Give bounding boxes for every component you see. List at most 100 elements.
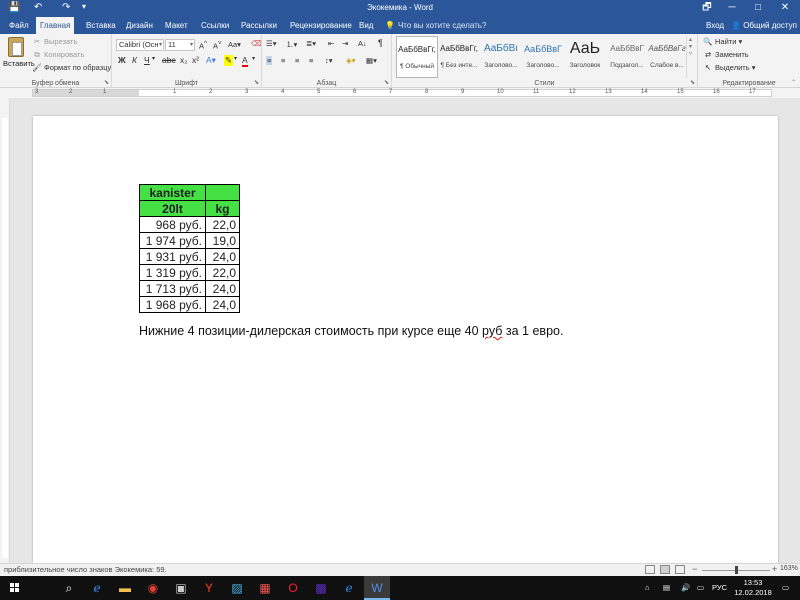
zoom-in-button[interactable]: + — [772, 564, 777, 574]
price-cell[interactable]: 1 713 руб. — [139, 280, 206, 297]
strikethrough-button[interactable]: abc — [162, 55, 176, 65]
show-formatting-marks-icon[interactable]: ¶ — [378, 38, 383, 48]
styles-launcher-icon[interactable]: ⬊ — [690, 79, 695, 86]
share-button[interactable]: 👤 Общий доступ — [731, 17, 797, 34]
kg-cell[interactable]: 24,0 — [205, 248, 240, 265]
grow-font-button[interactable]: A^ — [199, 40, 207, 51]
table-header-cell[interactable]: 20lt — [139, 200, 206, 217]
font-color-dropdown-icon[interactable]: ▾ — [252, 55, 255, 62]
tab-design[interactable]: Дизайн — [122, 17, 157, 34]
battery-icon[interactable]: ▭ — [697, 576, 704, 600]
tab-file[interactable]: Файл — [5, 17, 33, 34]
shrink-font-button[interactable]: A˅ — [213, 40, 222, 51]
print-layout-icon[interactable] — [660, 565, 670, 574]
notifications-icon[interactable]: ▭ — [782, 576, 789, 600]
kg-cell[interactable]: 22,0 — [205, 216, 240, 233]
volume-icon[interactable]: 🔊 — [681, 576, 690, 600]
superscript-button[interactable]: x² — [192, 55, 199, 65]
shading-icon[interactable]: ◈▾ — [346, 56, 356, 65]
horizontal-ruler[interactable]: 3 2 1 1 2 3 4 5 6 7 8 9 10 11 12 13 14 1… — [0, 88, 800, 98]
photos-icon[interactable]: ▨ — [224, 576, 250, 600]
web-layout-icon[interactable] — [675, 565, 685, 574]
find-button[interactable]: 🔍 Найти ▾ — [703, 37, 742, 46]
font-launcher-icon[interactable]: ⬊ — [254, 79, 259, 86]
ribbon-display-options-icon[interactable]: 🗗 — [697, 1, 717, 15]
select-button[interactable]: ↖ Выделить ▾ — [703, 63, 756, 72]
underline-dropdown-icon[interactable]: ▾ — [152, 55, 155, 62]
numbering-icon[interactable]: ⒈▾ — [286, 39, 297, 50]
maximize-button[interactable]: □ — [748, 1, 768, 15]
chrome-icon[interactable]: ◉ — [140, 576, 166, 600]
increase-indent-icon[interactable]: ⇥ — [342, 39, 348, 48]
price-cell[interactable]: 968 руб. — [139, 216, 206, 233]
zoom-out-button[interactable]: − — [692, 564, 697, 574]
app-icon[interactable]: ▦ — [252, 576, 278, 600]
highlight-icon[interactable]: ✎ — [224, 55, 234, 66]
app-icon[interactable]: ℯ — [336, 576, 362, 600]
kg-cell[interactable]: 19,0 — [205, 232, 240, 249]
paragraph-launcher-icon[interactable]: ⬊ — [384, 79, 389, 86]
read-mode-icon[interactable] — [645, 565, 655, 574]
font-name-combo[interactable]: Calibri (Осн ▾ — [116, 39, 164, 51]
zoom-slider-thumb[interactable] — [735, 566, 738, 574]
spelling-error-word[interactable]: руб — [482, 324, 502, 338]
align-left-icon[interactable]: ≡ — [266, 56, 273, 65]
change-case-button[interactable]: Aa▾ — [228, 40, 241, 49]
kg-cell[interactable]: 24,0 — [205, 280, 240, 297]
file-explorer-icon[interactable]: ▬ — [112, 576, 138, 600]
underline-button[interactable]: Ч — [144, 55, 150, 65]
sort-icon[interactable]: A↓ — [358, 39, 367, 48]
edge-icon[interactable]: ℯ — [84, 576, 110, 600]
format-painter-button[interactable]: 🖌 Формат по образцу — [32, 63, 111, 72]
table-header-cell[interactable]: kg — [205, 200, 240, 217]
document-area[interactable]: kanister 20lt kg 968 руб. 22,0 1 974 руб… — [10, 98, 800, 563]
start-button[interactable] — [0, 576, 30, 600]
italic-button[interactable]: К — [132, 55, 137, 65]
subscript-button[interactable]: x₂ — [180, 55, 188, 65]
app-icon[interactable]: ▩ — [308, 576, 334, 600]
vertical-ruler[interactable] — [0, 98, 10, 563]
clipboard-launcher-icon[interactable]: ⬊ — [104, 79, 109, 86]
tab-references[interactable]: Ссылки — [197, 17, 233, 34]
yandex-icon[interactable]: Y — [196, 576, 222, 600]
align-center-icon[interactable]: ≡ — [281, 56, 285, 65]
justify-icon[interactable]: ≡ — [309, 56, 313, 65]
clear-formatting-icon[interactable]: ⌫ — [251, 39, 262, 48]
kg-cell[interactable]: 22,0 — [205, 264, 240, 281]
price-cell[interactable]: 1 974 руб. — [139, 232, 206, 249]
bold-button[interactable]: Ж — [118, 55, 126, 65]
word-count-status[interactable]: приблизительное число знаков Экокемика: … — [4, 565, 167, 574]
sign-in-link[interactable]: Вход — [706, 17, 724, 34]
highlight-dropdown-icon[interactable]: ▾ — [234, 55, 237, 62]
tell-me-box[interactable]: 💡 Что вы хотите сделать? — [385, 17, 486, 34]
price-cell[interactable]: 1 319 руб. — [139, 264, 206, 281]
paste-button[interactable]: Вставить — [3, 36, 35, 68]
word-taskbar-icon[interactable]: W — [364, 576, 390, 600]
store-icon[interactable]: ▣ — [168, 576, 194, 600]
decrease-indent-icon[interactable]: ⇤ — [328, 39, 334, 48]
line-spacing-icon[interactable]: ↕▾ — [325, 56, 333, 65]
zoom-level[interactable]: 163% — [780, 565, 798, 572]
font-size-combo[interactable]: 11 ▾ — [165, 39, 195, 51]
multilevel-list-icon[interactable]: ≣▾ — [306, 39, 316, 48]
close-button[interactable]: ✕ — [775, 1, 795, 15]
price-table[interactable]: kanister 20lt kg 968 руб. 22,0 1 974 руб… — [139, 184, 240, 313]
tab-view[interactable]: Вид — [355, 17, 377, 34]
price-cell[interactable]: 1 968 руб. — [139, 296, 206, 313]
search-icon[interactable]: ⌕ — [56, 576, 82, 600]
font-color-icon[interactable]: A — [242, 55, 248, 67]
table-header-cell[interactable] — [205, 184, 240, 201]
language-indicator[interactable]: РУС — [712, 576, 727, 600]
tab-layout[interactable]: Макет — [161, 17, 192, 34]
document-paragraph[interactable]: Нижние 4 позиции-дилерская стоимость при… — [139, 324, 563, 338]
minimize-button[interactable]: ─ — [722, 1, 742, 15]
clock[interactable]: 13:53 12.02.2018 — [730, 578, 776, 598]
cut-button[interactable]: ✂ Вырезать — [32, 37, 78, 46]
collapse-ribbon-icon[interactable]: ⌃ — [791, 79, 796, 86]
borders-icon[interactable]: ▦▾ — [366, 56, 377, 65]
tab-mailings[interactable]: Рассылки — [237, 17, 281, 34]
table-header-cell[interactable]: kanister — [139, 184, 206, 201]
bullets-icon[interactable]: ☰▾ — [266, 39, 277, 48]
kg-cell[interactable]: 24,0 — [205, 296, 240, 313]
tab-review[interactable]: Рецензирование — [286, 17, 356, 34]
